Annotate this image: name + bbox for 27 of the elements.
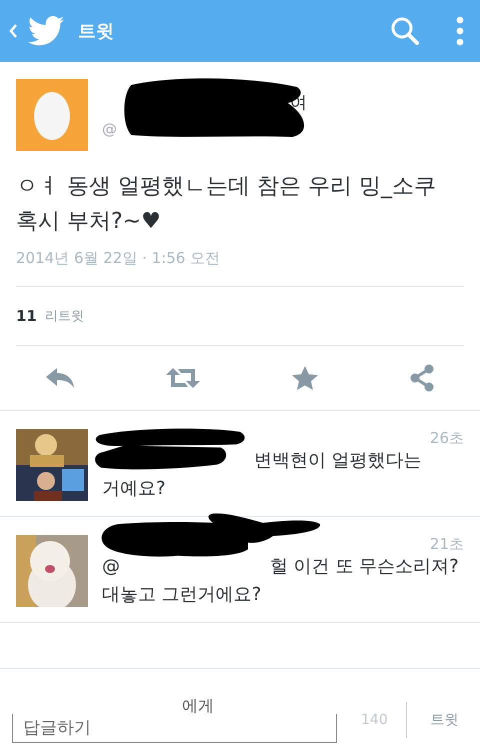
screen-title: 트윗: [78, 20, 114, 43]
back-icon[interactable]: [8, 23, 18, 39]
egg-avatar-icon[interactable]: [16, 79, 88, 151]
reply-text: @: [102, 555, 120, 579]
reply-text: 대놓고 그런거에요?: [102, 583, 262, 607]
reply-time: 26초: [430, 429, 464, 448]
author-handle: @: [102, 120, 118, 138]
search-icon[interactable]: [390, 16, 420, 46]
reply-text: 변백현이 얼평했다는: [254, 449, 422, 473]
tweet-text: 혹시 부처?~♥: [16, 208, 162, 236]
retweet-icon[interactable]: [165, 366, 202, 390]
reply-field[interactable]: 답글하기: [12, 714, 337, 742]
reply-text: 거예요?: [102, 477, 166, 501]
reply-icon[interactable]: [44, 366, 76, 390]
bird-logo-icon: [28, 16, 64, 46]
tweet-text: ㅇㅕ 동생 얼평했ㄴ는데 참은 우리 밍_소쿠: [16, 173, 437, 201]
star-icon[interactable]: [290, 365, 319, 391]
retweet-label[interactable]: 리트윗: [44, 307, 84, 325]
tweet-date: 2014년 6월 22일 · 1:56 오전: [16, 249, 222, 268]
reply-time: 21초: [430, 535, 464, 554]
character-counter: 140: [361, 702, 407, 738]
reply-recipient: 에게: [181, 698, 215, 714]
retweet-count: 11: [16, 307, 37, 325]
reply-text: 헐 이건 또 무슨소리져?: [270, 555, 459, 579]
more-options-icon[interactable]: [456, 16, 464, 46]
tweet-button[interactable]: 트윗: [422, 703, 467, 737]
share-icon[interactable]: [408, 364, 436, 392]
